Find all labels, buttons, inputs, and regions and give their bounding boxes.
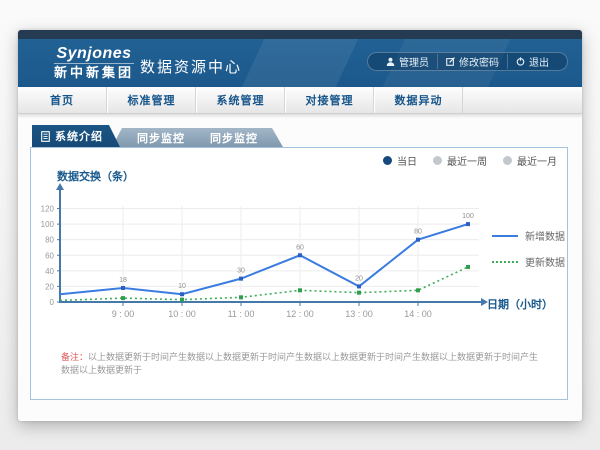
logout-button[interactable]: 退出 bbox=[507, 54, 557, 69]
svg-text:11 : 00: 11 : 00 bbox=[228, 309, 255, 319]
nav-item-data-change[interactable]: 数据异动 bbox=[374, 87, 463, 113]
tab-system-intro[interactable]: 系统介绍 bbox=[32, 125, 120, 147]
edit-icon bbox=[446, 57, 455, 66]
nav-item-system[interactable]: 系统管理 bbox=[196, 87, 285, 113]
tab-label: 同步监控 bbox=[210, 130, 258, 146]
svg-text:13 : 00: 13 : 00 bbox=[345, 309, 373, 319]
svg-text:9 : 00: 9 : 00 bbox=[112, 309, 135, 319]
footnote: 备注：以上数据更新于时间产生数据以上数据更新于时间产生数据以上数据更新于时间产生… bbox=[61, 351, 541, 377]
chart-svg: 0 20 40 60 80 100 120 9 : 00 10 : 00 11 : 00 12 : … bbox=[31, 148, 567, 348]
svg-text:30: 30 bbox=[237, 268, 245, 275]
tab-label: 系统介绍 bbox=[55, 128, 103, 144]
main-nav: 首页 标准管理 系统管理 对接管理 数据异动 bbox=[18, 87, 582, 114]
svg-text:20: 20 bbox=[355, 275, 363, 282]
footnote-text: 以上数据更新于时间产生数据以上数据更新于时间产生数据以上数据更新于时间产生数据以… bbox=[61, 352, 538, 375]
svg-text:14 : 00: 14 : 00 bbox=[404, 309, 432, 319]
logo-wordmark: Synjones bbox=[54, 45, 134, 63]
nav-item-home[interactable]: 首页 bbox=[18, 87, 107, 113]
chart-panel: 当日 最近一周 最近一月 数据交换（条） 0204060801001209 : … bbox=[30, 147, 568, 400]
svg-text:18: 18 bbox=[119, 277, 127, 284]
chart-legend: 新增数据 更新数据 bbox=[492, 228, 565, 269]
legend-label: 更新数据 bbox=[525, 254, 565, 269]
change-password-label: 修改密码 bbox=[459, 54, 499, 69]
page-background: Synjones 新中新集团 数据资源中心 管理员 修改密码 bbox=[0, 0, 600, 450]
tab-bar: 同步监控 同步监控 系统介绍 bbox=[32, 125, 332, 147]
legend-item-updated-data[interactable]: 更新数据 bbox=[492, 254, 565, 269]
document-icon bbox=[41, 131, 50, 142]
svg-text:40: 40 bbox=[45, 267, 54, 276]
logo-company-name: 新中新集团 bbox=[54, 63, 134, 81]
legend-item-new-data[interactable]: 新增数据 bbox=[492, 228, 565, 243]
app-window: Synjones 新中新集团 数据资源中心 管理员 修改密码 bbox=[18, 30, 582, 421]
logout-label: 退出 bbox=[529, 54, 549, 69]
user-toolbar: 管理员 修改密码 退出 bbox=[367, 52, 568, 71]
svg-text:0: 0 bbox=[50, 298, 55, 307]
app-header: Synjones 新中新集团 数据资源中心 管理员 修改密码 bbox=[18, 39, 582, 87]
window-top-strip bbox=[18, 30, 582, 39]
svg-text:80: 80 bbox=[45, 236, 54, 245]
tab-sync-monitor-1[interactable]: 同步监控 bbox=[112, 128, 210, 147]
nav-item-interface[interactable]: 对接管理 bbox=[285, 87, 374, 113]
dotted-line-swatch-icon bbox=[492, 261, 518, 263]
company-logo: Synjones 新中新集团 bbox=[54, 45, 134, 81]
svg-text:60: 60 bbox=[45, 251, 54, 260]
x-axis-title: 日期（小时） bbox=[487, 296, 553, 312]
svg-text:60: 60 bbox=[296, 244, 304, 251]
content-area: 同步监控 同步监控 系统介绍 当日 bbox=[18, 114, 582, 420]
current-user-button[interactable]: 管理员 bbox=[378, 54, 437, 69]
page-title: 数据资源中心 bbox=[140, 56, 242, 77]
svg-text:120: 120 bbox=[41, 205, 55, 214]
svg-text:12 : 00: 12 : 00 bbox=[286, 309, 314, 319]
svg-text:10: 10 bbox=[178, 283, 186, 290]
svg-text:10 : 00: 10 : 00 bbox=[168, 309, 196, 319]
solid-line-swatch-icon bbox=[492, 235, 518, 237]
change-password-button[interactable]: 修改密码 bbox=[437, 54, 507, 69]
tab-label: 同步监控 bbox=[137, 130, 185, 146]
nav-item-standards[interactable]: 标准管理 bbox=[107, 87, 196, 113]
svg-text:100: 100 bbox=[462, 213, 474, 220]
legend-label: 新增数据 bbox=[525, 228, 565, 243]
svg-text:100: 100 bbox=[41, 220, 55, 229]
current-user-label: 管理员 bbox=[399, 54, 429, 69]
svg-text:20: 20 bbox=[45, 282, 54, 291]
svg-text:80: 80 bbox=[414, 229, 422, 236]
power-icon bbox=[516, 57, 525, 66]
user-icon bbox=[386, 57, 395, 66]
footnote-prefix: 备注： bbox=[61, 352, 88, 362]
